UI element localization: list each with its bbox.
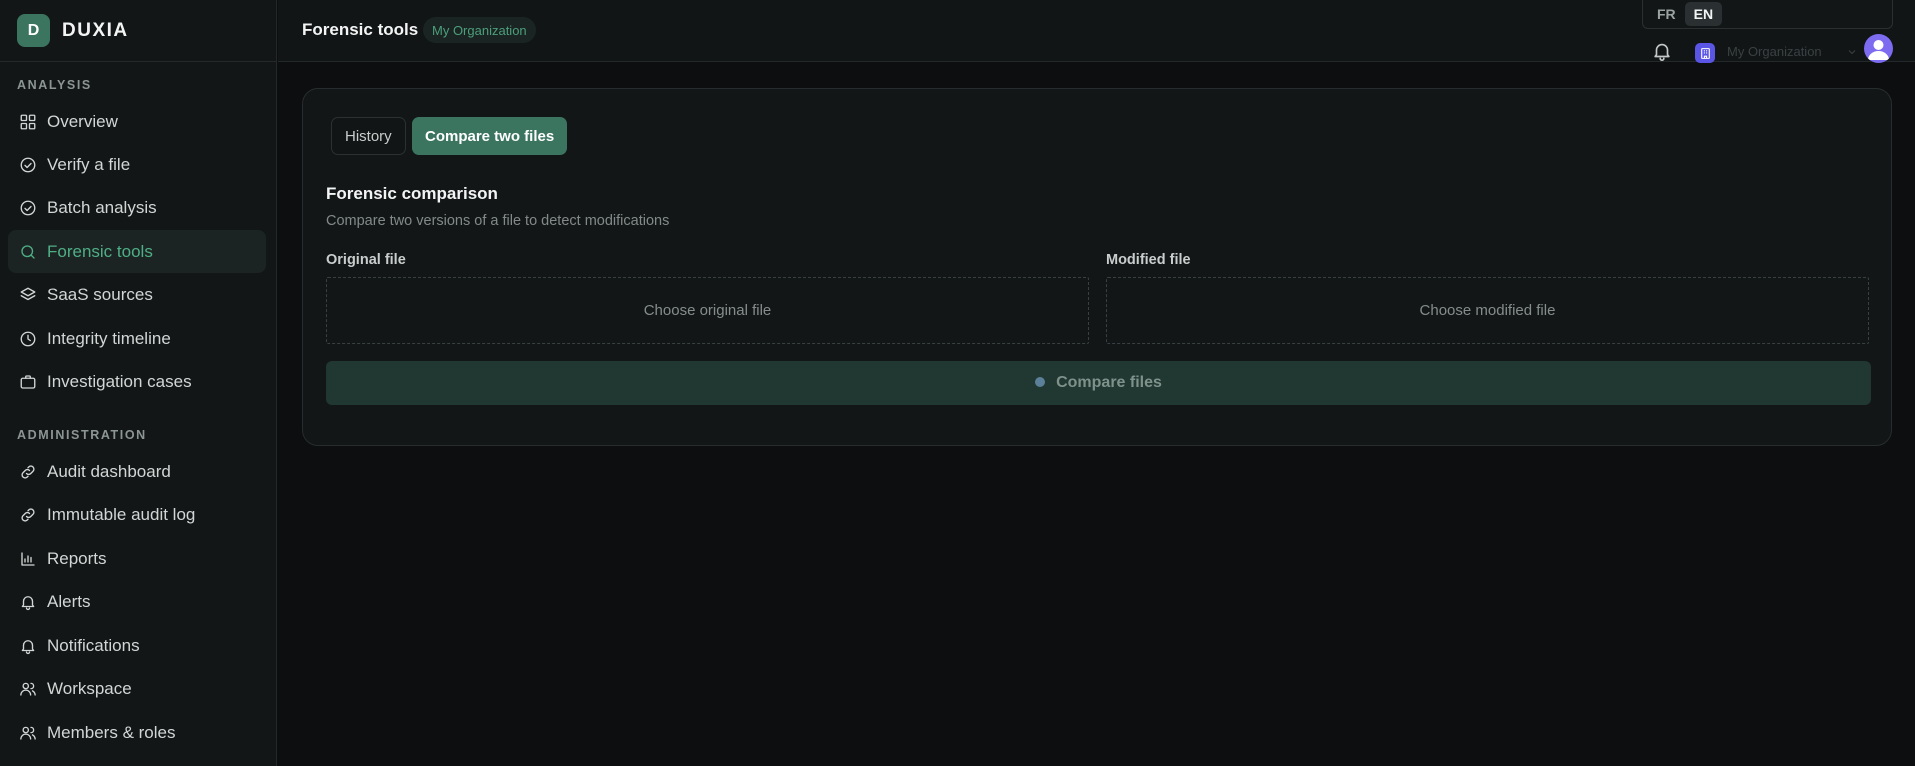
sidebar-item-forensic-tools[interactable]: Forensic tools (8, 230, 266, 273)
check-circle-icon (18, 198, 38, 218)
sidebar-item-label: Forensic tools (47, 241, 153, 261)
building-icon[interactable] (1695, 43, 1715, 63)
page-title: Forensic tools (302, 20, 419, 39)
org-badge: My Organization (423, 17, 536, 43)
app-root: D DUXIA ANALYSIS Overview Verify a file … (0, 0, 1915, 766)
loading-spinner-icon (1035, 377, 1046, 387)
sidebar-item-integrity-timeline[interactable]: Integrity timeline (8, 317, 266, 360)
sidebar-item-audit-dashboard[interactable]: Audit dashboard (8, 450, 266, 493)
sidebar-item-label: Overview (47, 111, 118, 131)
bar-chart-icon (18, 549, 38, 569)
section-description: Compare two versions of a file to detect… (326, 213, 670, 229)
sidebar-item-label: Investigation cases (47, 371, 192, 391)
original-file-dropzone[interactable]: Choose original file (326, 277, 1089, 344)
modified-file-dropzone[interactable]: Choose modified file (1106, 277, 1869, 344)
sidebar-item-reports[interactable]: Reports (8, 537, 266, 580)
user-avatar[interactable] (1864, 34, 1893, 63)
sidebar-item-label: Immutable audit log (47, 504, 196, 524)
sidebar: D DUXIA ANALYSIS Overview Verify a file … (0, 0, 277, 766)
forensic-comparison-card: History Compare two files Forensic compa… (302, 88, 1892, 446)
brand-logo: D (17, 14, 50, 47)
sidebar-item-label: Workspace (47, 678, 132, 698)
sidebar-item-label: Notifications (47, 635, 140, 655)
brand-name: DUXIA (62, 19, 129, 41)
org-switcher[interactable]: My Organization (1727, 44, 1822, 59)
compare-files-label: Compare files (1056, 374, 1162, 391)
compare-files-button[interactable]: Compare files (326, 361, 1871, 405)
sidebar-item-verify-file[interactable]: Verify a file (8, 143, 266, 186)
link-icon (18, 462, 38, 482)
grid-icon (18, 112, 38, 132)
sidebar-item-workspace[interactable]: Workspace (8, 667, 266, 710)
brand[interactable]: D DUXIA (0, 0, 276, 62)
layers-icon (18, 285, 38, 305)
sidebar-item-label: Integrity timeline (47, 328, 171, 348)
modified-file-label: Modified file (1106, 252, 1191, 268)
sidebar-item-label: SaaS sources (47, 284, 153, 304)
section-title-analysis: ANALYSIS (17, 78, 92, 92)
sidebar-item-batch-analysis[interactable]: Batch analysis (8, 186, 266, 229)
sidebar-item-members-roles[interactable]: Members & roles (8, 711, 266, 754)
search-icon (18, 242, 38, 262)
original-file-label: Original file (326, 252, 406, 268)
sidebar-item-label: Alerts (47, 591, 91, 611)
modified-file-placeholder: Choose modified file (1419, 302, 1556, 319)
sidebar-item-label: Members & roles (47, 722, 176, 742)
sidebar-item-label: Batch analysis (47, 197, 157, 217)
user-icon (1868, 40, 1889, 60)
original-file-placeholder: Choose original file (643, 302, 772, 319)
section-heading: Forensic comparison (326, 184, 498, 203)
briefcase-icon (18, 372, 38, 392)
sidebar-item-label: Audit dashboard (47, 461, 171, 481)
users-icon (18, 723, 38, 743)
sidebar-item-overview[interactable]: Overview (8, 100, 266, 143)
language-switcher: FR EN (1642, 0, 1893, 29)
sidebar-item-label: Reports (47, 548, 107, 568)
chevron-down-icon[interactable] (1846, 45, 1858, 57)
users-icon (18, 679, 38, 699)
section-title-administration: ADMINISTRATION (17, 428, 147, 442)
tab-history[interactable]: History (331, 117, 406, 155)
sidebar-item-alerts[interactable]: Alerts (8, 580, 266, 623)
bell-icon (18, 636, 38, 656)
notifications-bell-icon[interactable] (1651, 40, 1673, 62)
tab-compare-two-files[interactable]: Compare two files (412, 117, 568, 155)
sidebar-item-saas-sources[interactable]: SaaS sources (8, 273, 266, 316)
sidebar-item-investigation-cases[interactable]: Investigation cases (8, 360, 266, 403)
language-fr-button[interactable]: FR (1648, 2, 1685, 26)
clock-icon (18, 329, 38, 349)
link-icon (18, 505, 38, 525)
sidebar-item-notifications[interactable]: Notifications (8, 624, 266, 667)
sidebar-item-immutable-audit-log[interactable]: Immutable audit log (8, 493, 266, 536)
sidebar-item-label: Verify a file (47, 154, 131, 174)
language-en-button[interactable]: EN (1684, 2, 1723, 26)
check-circle-icon (18, 155, 38, 175)
bell-icon (18, 592, 38, 612)
